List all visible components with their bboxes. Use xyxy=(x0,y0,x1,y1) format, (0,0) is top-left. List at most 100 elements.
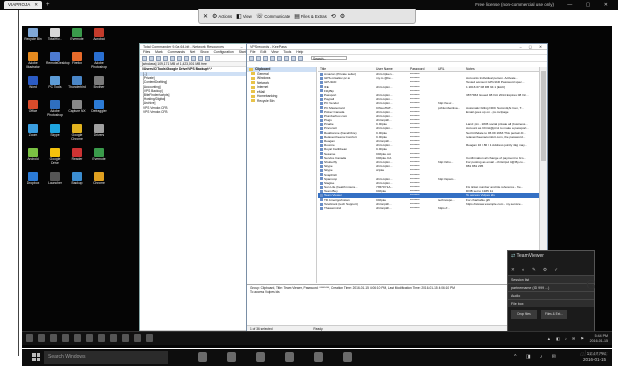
desktop-icon[interactable]: Defraggler xyxy=(90,100,108,114)
scroll-thumb[interactable] xyxy=(541,71,546,161)
task-view-icon[interactable] xyxy=(50,334,57,342)
keepass-icon[interactable] xyxy=(122,334,129,342)
desktop-icon[interactable]: Reader xyxy=(68,148,86,162)
task-view-icon[interactable] xyxy=(198,352,207,362)
communicate-menu[interactable]: ☏ Communicate xyxy=(256,13,290,20)
column-url[interactable]: URL xyxy=(438,67,466,71)
desktop-icon[interactable]: PC Tools xyxy=(46,76,64,90)
desktop-icon[interactable]: Thunderbird xyxy=(68,76,86,90)
actions-menu[interactable]: ⚙ Actions xyxy=(212,13,232,20)
explorer-icon[interactable] xyxy=(256,352,265,362)
ftp-icon[interactable] xyxy=(184,56,189,61)
desktop-icon[interactable]: Recycle Bin xyxy=(24,28,42,42)
window-controls[interactable]: — ▢ ✕ xyxy=(567,1,614,9)
desktop-icon[interactable]: Adobe Photoshop xyxy=(90,52,108,69)
view-icon[interactable] xyxy=(149,56,154,61)
view-menu[interactable]: ◧ View xyxy=(236,13,252,20)
browser-icon[interactable] xyxy=(74,334,81,342)
refresh-icon[interactable] xyxy=(142,56,147,61)
desktop-icon[interactable]: Backup xyxy=(68,172,86,186)
copy-user-icon[interactable] xyxy=(277,56,282,61)
unpack-icon[interactable] xyxy=(198,56,203,61)
help-icon[interactable] xyxy=(205,56,210,61)
menu-item[interactable]: Files xyxy=(143,50,150,54)
files-extras-button[interactable]: Files & Ext... xyxy=(541,310,567,319)
menu-item[interactable]: Commands xyxy=(168,50,185,54)
search-icon[interactable] xyxy=(170,56,175,61)
window-controls[interactable]: – ▢ ✕ xyxy=(520,44,545,49)
store-icon[interactable] xyxy=(98,334,105,342)
search-icon[interactable] xyxy=(38,334,45,342)
keepass-titlebar[interactable]: VPSrecords - KeePass – ▢ ✕ xyxy=(247,44,547,50)
menu-item[interactable]: Mark xyxy=(155,50,163,54)
app-icon[interactable] xyxy=(146,334,153,342)
add-tab-icon[interactable]: + xyxy=(46,1,50,9)
desktop-icon[interactable]: RemoteDesktop xyxy=(46,52,70,66)
drop-files-button[interactable]: Drop files xyxy=(511,310,537,319)
entry-row[interactable]: Thawermind chrisnpkh... ******** https://..… xyxy=(318,206,539,210)
edge-icon[interactable] xyxy=(227,352,236,362)
column-password[interactable]: Password xyxy=(410,67,438,71)
sync-icon[interactable] xyxy=(177,56,182,61)
desktop-icon[interactable]: Evernote xyxy=(90,148,108,162)
desktop-icon[interactable]: Chrome xyxy=(90,172,108,186)
column-title[interactable]: Title xyxy=(318,67,376,71)
teamviewer-icon[interactable] xyxy=(134,334,141,342)
start-icon[interactable] xyxy=(26,334,33,342)
menu-item[interactable]: Show xyxy=(200,50,208,54)
menu-item[interactable]: Net xyxy=(190,50,195,54)
desktop-icon[interactable]: Word xyxy=(24,76,42,90)
mail-icon[interactable] xyxy=(86,334,93,342)
desktop-icon[interactable]: Evernote xyxy=(68,28,86,42)
tab-session[interactable]: VIAPROJA ✕ xyxy=(4,1,43,9)
desktop-icon[interactable]: Zoom xyxy=(24,124,42,138)
windows-start-icon[interactable] xyxy=(32,353,40,361)
menu-item[interactable]: Start xyxy=(239,50,246,54)
copy-pass-icon[interactable] xyxy=(284,56,289,61)
find-icon[interactable] xyxy=(291,56,296,61)
close-tab-icon[interactable]: ✕ xyxy=(34,2,38,7)
save-icon[interactable] xyxy=(263,56,268,61)
desktop-icon[interactable]: Android xyxy=(24,148,42,162)
desktop-icon[interactable]: Adobe Illustrator xyxy=(24,52,42,69)
desktop-icon[interactable]: Acrobat xyxy=(90,28,108,42)
commander-icon[interactable] xyxy=(110,334,117,342)
desktop-icon[interactable]: Capture NX xyxy=(68,100,86,114)
group-node[interactable]: Recycle Bin xyxy=(247,99,316,104)
desktop-icon[interactable]: Launcher xyxy=(46,172,64,186)
mail-icon[interactable] xyxy=(314,352,323,362)
search-windows-box[interactable]: Search Windows xyxy=(44,351,168,364)
close-session-icon[interactable]: ✕ xyxy=(203,13,208,20)
copy-icon[interactable] xyxy=(156,56,161,61)
column-user[interactable]: User Name xyxy=(376,67,410,71)
menu-view[interactable]: View xyxy=(271,50,278,54)
open-icon[interactable] xyxy=(256,56,261,61)
desktop-icon[interactable]: Brother xyxy=(90,76,108,90)
local-tray-icons[interactable]: ^ ◨ ♪ ✉ xyxy=(514,354,560,360)
menu-edit[interactable]: Edit xyxy=(260,50,266,54)
menu-item[interactable]: Configuration xyxy=(214,50,234,54)
menu-help[interactable]: Help xyxy=(296,50,303,54)
connection-icon[interactable]: ⟲ xyxy=(331,13,336,20)
desktop-icon[interactable]: Drivers xyxy=(90,124,108,138)
desktop-icon[interactable]: Adobe Photoshop xyxy=(46,100,64,117)
add-entry-icon[interactable] xyxy=(270,56,275,61)
move-icon[interactable] xyxy=(163,56,168,61)
files-extras-menu[interactable]: ▤ Files & Extras xyxy=(294,13,327,20)
new-db-icon[interactable] xyxy=(249,56,254,61)
desktop-icon[interactable]: Dropbox xyxy=(24,172,42,186)
menu-tools[interactable]: Tools xyxy=(283,50,291,54)
desktop-icon[interactable]: Firefox xyxy=(68,52,86,66)
desktop-icon[interactable]: TotalHiv... xyxy=(46,28,64,42)
desktop-icon[interactable]: Google Drive xyxy=(46,148,64,165)
desktop-icon[interactable]: Google Chrome xyxy=(68,124,86,141)
menu-file[interactable]: File xyxy=(250,50,255,54)
settings-icon[interactable]: ⚙ xyxy=(340,13,345,20)
lock-icon[interactable] xyxy=(298,56,303,61)
desktop-icon[interactable]: Skype xyxy=(46,124,64,138)
pack-icon[interactable] xyxy=(191,56,196,61)
desktop-icon[interactable]: Office xyxy=(24,100,42,114)
store-icon[interactable] xyxy=(285,352,294,362)
column-notes[interactable]: Notes xyxy=(466,67,539,71)
search-box[interactable]: Search... xyxy=(311,56,347,61)
